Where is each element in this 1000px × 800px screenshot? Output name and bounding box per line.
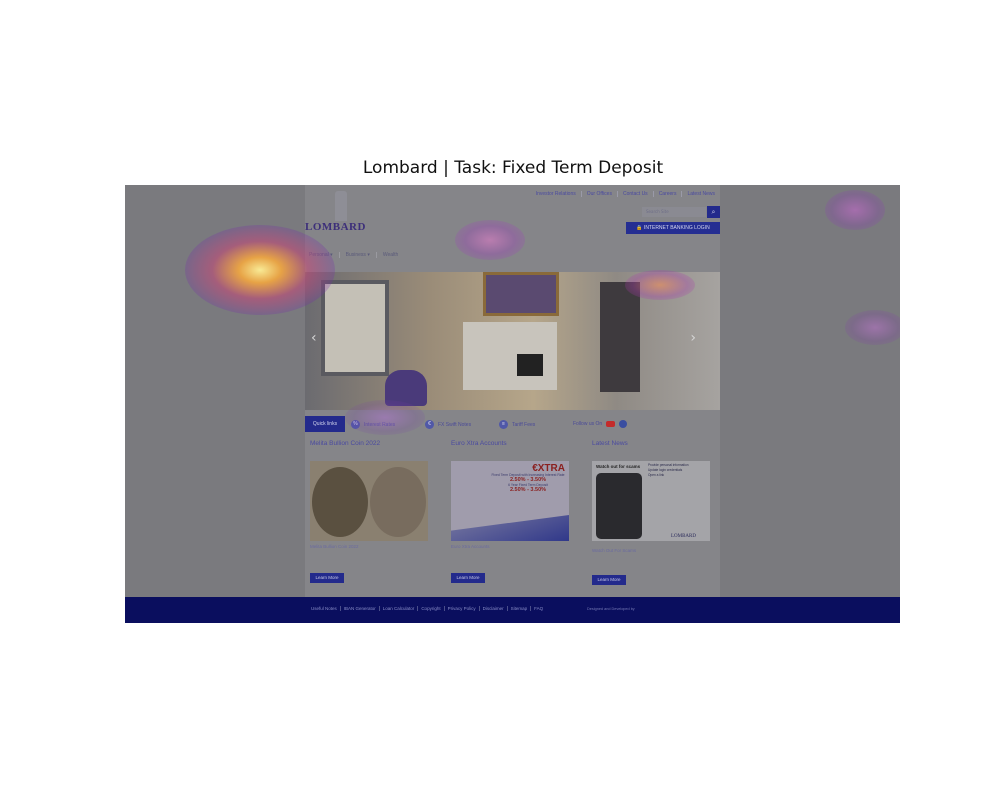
currency-icon: € — [425, 420, 434, 429]
search-input[interactable]: Search Site — [642, 207, 706, 217]
hero-painting — [483, 272, 559, 316]
top-nav: Investor Relations Our Offices Contact U… — [531, 191, 720, 197]
footer-link[interactable]: IBAN Generator — [339, 606, 379, 611]
coin-image[interactable] — [310, 461, 428, 541]
quick-links-button[interactable]: Quick links — [305, 416, 345, 432]
footer-link[interactable]: Useful Notes — [311, 606, 340, 611]
quick-link-label: FX Swift Notes — [438, 421, 472, 428]
follow-us: Follow us On — [573, 420, 628, 428]
youtube-icon[interactable] — [606, 421, 616, 427]
follow-us-label: Follow us On — [573, 421, 603, 427]
heatmap-hotspot — [825, 190, 885, 230]
learn-more-button[interactable]: Learn More — [310, 573, 344, 583]
hero-chair — [385, 370, 427, 406]
footer-credit: Designed and Developed by — [587, 607, 635, 611]
quick-link-label: Interest Rates — [364, 421, 396, 428]
carousel-prev-icon[interactable]: ‹ — [311, 330, 317, 346]
quick-link-label: Tariff Fees — [512, 421, 536, 428]
lion-emblem-icon — [335, 191, 347, 221]
news-bullets: Provide personal information Update logi… — [648, 463, 708, 478]
card-title[interactable]: Latest News — [592, 440, 712, 447]
top-nav-careers[interactable]: Careers — [652, 191, 682, 197]
website: Investor Relations Our Offices Contact U… — [305, 185, 720, 623]
card-title[interactable]: Euro Xtra Accounts — [451, 440, 571, 447]
main-nav: Personal ▾ Business ▾ Wealth — [309, 252, 404, 258]
learn-more-button[interactable]: Learn More — [592, 575, 626, 585]
card-bullion-coin: Melita Bullion Coin 2022 Melita Bullion … — [310, 440, 430, 583]
nav-personal[interactable]: Personal ▾ — [309, 252, 339, 258]
footer-link[interactable]: Sitemap — [506, 606, 531, 611]
top-nav-contact-us[interactable]: Contact Us — [616, 191, 653, 197]
internet-banking-login-button[interactable]: 🔒 INTERNET BANKING LOGIN — [626, 222, 720, 234]
card-caption[interactable]: Euro Xtra Accounts — [451, 544, 490, 549]
heatmap-hotspot — [845, 310, 900, 345]
top-nav-investor-relations[interactable]: Investor Relations — [531, 191, 581, 197]
nav-business[interactable]: Business ▾ — [338, 252, 376, 258]
footer-link[interactable]: FAQ — [530, 606, 546, 611]
quick-link-interest-rates[interactable]: % Interest Rates — [351, 420, 395, 429]
screenshot-frame: Investor Relations Our Offices Contact U… — [125, 185, 900, 623]
quick-link-fx-swift-notes[interactable]: € FX Swift Notes — [425, 420, 471, 429]
logo-text: LOMBARD — [305, 221, 366, 233]
nav-wealth[interactable]: Wealth — [375, 252, 404, 258]
facebook-icon[interactable] — [619, 420, 628, 428]
news-brand: LOMBARD — [670, 534, 696, 539]
card-title[interactable]: Melita Bullion Coin 2022 — [310, 440, 430, 447]
quick-link-tariff-fees[interactable]: ≡ Tariff Fees — [499, 420, 535, 429]
hero-monitor — [517, 354, 543, 376]
hero-banner[interactable]: ‹ › — [305, 272, 720, 410]
card-latest-news: Latest News Watch out for scams Provide … — [592, 440, 712, 585]
card-euro-xtra: Euro Xtra Accounts €XTRA Fixed Term Depo… — [451, 440, 571, 583]
carousel-next-icon[interactable]: › — [690, 330, 696, 346]
document-icon: ≡ — [499, 420, 508, 429]
figure-title: Lombard | Task: Fixed Term Deposit — [362, 158, 664, 178]
percent-icon: % — [351, 420, 360, 429]
promo-rate: 2.50% - 3.50% — [509, 487, 547, 493]
logo[interactable]: LOMBARD — [305, 191, 377, 233]
learn-more-button[interactable]: Learn More — [451, 573, 485, 583]
search-button[interactable]: ⌕ — [707, 206, 720, 218]
top-nav-our-offices[interactable]: Our Offices — [580, 191, 617, 197]
footer-links: Useful Notes IBAN Generator Loan Calcula… — [311, 606, 546, 611]
footer-link[interactable]: Privacy Policy — [443, 606, 479, 611]
footer-link[interactable]: Copyright — [417, 606, 443, 611]
card-caption[interactable]: Melita Bullion Coin 2022 — [310, 544, 359, 549]
euro-xtra-promo-image[interactable]: €XTRA Fixed Term Deposit with Increasing… — [451, 461, 569, 541]
quick-links-bar: Quick links % Interest Rates € FX Swift … — [305, 416, 720, 432]
bullet: Open a link — [648, 473, 665, 477]
footer: Useful Notes IBAN Generator Loan Calcula… — [125, 597, 900, 623]
top-nav-latest-news[interactable]: Latest News — [681, 191, 720, 197]
news-heading: Watch out for scams — [596, 464, 641, 469]
hero-doorway — [600, 282, 640, 392]
scam-warning-image[interactable]: Watch out for scams Provide personal inf… — [592, 461, 710, 541]
phone-icon — [596, 473, 642, 539]
card-caption[interactable]: Watch Out For Scams — [592, 548, 636, 553]
hero-window — [321, 280, 389, 376]
search-icon: ⌕ — [711, 208, 716, 216]
footer-link[interactable]: Loan Calculator — [378, 606, 418, 611]
footer-link[interactable]: Disclaimer — [478, 606, 507, 611]
